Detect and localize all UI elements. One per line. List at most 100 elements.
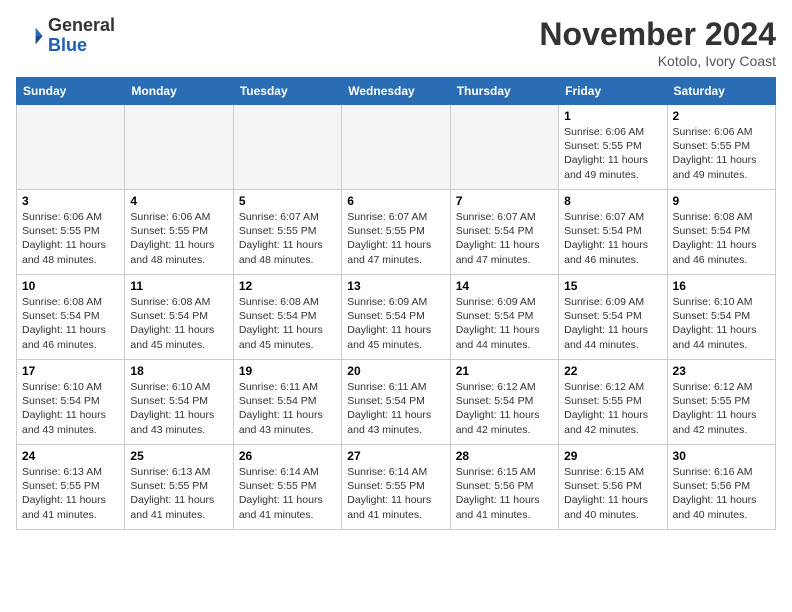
weekday-header-tuesday: Tuesday [233, 78, 341, 105]
calendar-cell: 30 Sunrise: 6:16 AM Sunset: 5:56 PM Dayli… [667, 445, 775, 530]
calendar-cell: 16 Sunrise: 6:10 AM Sunset: 5:54 PM Dayli… [667, 275, 775, 360]
calendar-cell: 21 Sunrise: 6:12 AM Sunset: 5:54 PM Dayli… [450, 360, 558, 445]
calendar-cell: 7 Sunrise: 6:07 AM Sunset: 5:54 PM Daylig… [450, 190, 558, 275]
calendar-cell [342, 105, 450, 190]
calendar-cell: 25Sunrise: 6:13 AM Sunset: 5:55 PM Dayli… [125, 445, 233, 530]
day-info: Sunrise: 6:12 AM Sunset: 5:54 PM Dayligh… [456, 380, 553, 437]
calendar-cell: 28 Sunrise: 6:15 AM Sunset: 5:56 PM Dayli… [450, 445, 558, 530]
calendar-cell: 26 Sunrise: 6:14 AM Sunset: 5:55 PM Dayli… [233, 445, 341, 530]
weekday-header-wednesday: Wednesday [342, 78, 450, 105]
calendar-cell: 1 Sunrise: 6:06 AM Sunset: 5:55 PM Daylig… [559, 105, 667, 190]
calendar-cell: 23 Sunrise: 6:12 AM Sunset: 5:55 PM Dayli… [667, 360, 775, 445]
day-info: Sunrise: 6:09 AM Sunset: 5:54 PM Dayligh… [564, 295, 661, 352]
day-info: Sunrise: 6:07 AM Sunset: 5:54 PM Dayligh… [456, 210, 553, 267]
weekday-header-monday: Monday [125, 78, 233, 105]
day-info: Sunrise: 6:07 AM Sunset: 5:55 PM Dayligh… [347, 210, 444, 267]
day-number: 29 [564, 449, 661, 463]
day-info: Sunrise: 6:06 AM Sunset: 5:55 PM Dayligh… [130, 210, 227, 267]
title-block: November 2024 Kotolo, Ivory Coast [539, 16, 776, 69]
calendar-cell: 14 Sunrise: 6:09 AM Sunset: 5:54 PM Dayli… [450, 275, 558, 360]
calendar-cell [17, 105, 125, 190]
calendar-cell: 12 Sunrise: 6:08 AM Sunset: 5:54 PM Dayli… [233, 275, 341, 360]
calendar-cell: 5 Sunrise: 6:07 AM Sunset: 5:55 PM Daylig… [233, 190, 341, 275]
day-number: 12 [239, 279, 336, 293]
day-number: 21 [456, 364, 553, 378]
day-info: Sunrise: 6:15 AM Sunset: 5:56 PM Dayligh… [564, 465, 661, 522]
day-number: 20 [347, 364, 444, 378]
day-number: 13 [347, 279, 444, 293]
week-row-2: 3 Sunrise: 6:06 AM Sunset: 5:55 PM Daylig… [17, 190, 776, 275]
weekday-header-row: SundayMondayTuesdayWednesdayThursdayFrid… [17, 78, 776, 105]
calendar-cell: 20 Sunrise: 6:11 AM Sunset: 5:54 PM Dayli… [342, 360, 450, 445]
day-number: 14 [456, 279, 553, 293]
weekday-header-thursday: Thursday [450, 78, 558, 105]
day-info: Sunrise: 6:06 AM Sunset: 5:55 PM Dayligh… [564, 125, 661, 182]
month-title: November 2024 [539, 16, 776, 53]
day-info: Sunrise: 6:06 AM Sunset: 5:55 PM Dayligh… [22, 210, 119, 267]
day-number: 16 [673, 279, 770, 293]
calendar-cell: 8Sunrise: 6:07 AM Sunset: 5:54 PM Daylig… [559, 190, 667, 275]
day-info: Sunrise: 6:11 AM Sunset: 5:54 PM Dayligh… [347, 380, 444, 437]
day-number: 2 [673, 109, 770, 123]
day-info: Sunrise: 6:13 AM Sunset: 5:55 PM Dayligh… [22, 465, 119, 522]
day-info: Sunrise: 6:06 AM Sunset: 5:55 PM Dayligh… [673, 125, 770, 182]
day-info: Sunrise: 6:14 AM Sunset: 5:55 PM Dayligh… [239, 465, 336, 522]
weekday-header-saturday: Saturday [667, 78, 775, 105]
day-number: 17 [22, 364, 119, 378]
day-info: Sunrise: 6:08 AM Sunset: 5:54 PM Dayligh… [22, 295, 119, 352]
day-info: Sunrise: 6:07 AM Sunset: 5:54 PM Dayligh… [564, 210, 661, 267]
calendar-cell: 10 Sunrise: 6:08 AM Sunset: 5:54 PM Dayli… [17, 275, 125, 360]
day-info: Sunrise: 6:08 AM Sunset: 5:54 PM Dayligh… [130, 295, 227, 352]
day-number: 1 [564, 109, 661, 123]
day-number: 15 [564, 279, 661, 293]
day-number: 22 [564, 364, 661, 378]
calendar-cell: 2 Sunrise: 6:06 AM Sunset: 5:55 PM Daylig… [667, 105, 775, 190]
week-row-1: 1 Sunrise: 6:06 AM Sunset: 5:55 PM Daylig… [17, 105, 776, 190]
day-info: Sunrise: 6:07 AM Sunset: 5:55 PM Dayligh… [239, 210, 336, 267]
week-row-5: 24 Sunrise: 6:13 AM Sunset: 5:55 PM Dayli… [17, 445, 776, 530]
week-row-3: 10 Sunrise: 6:08 AM Sunset: 5:54 PM Dayli… [17, 275, 776, 360]
day-info: Sunrise: 6:10 AM Sunset: 5:54 PM Dayligh… [673, 295, 770, 352]
day-number: 4 [130, 194, 227, 208]
day-number: 7 [456, 194, 553, 208]
page-header: General Blue November 2024 Kotolo, Ivory… [16, 16, 776, 69]
day-info: Sunrise: 6:16 AM Sunset: 5:56 PM Dayligh… [673, 465, 770, 522]
calendar-cell: 9 Sunrise: 6:08 AM Sunset: 5:54 PM Daylig… [667, 190, 775, 275]
day-number: 24 [22, 449, 119, 463]
calendar-cell: 3 Sunrise: 6:06 AM Sunset: 5:55 PM Daylig… [17, 190, 125, 275]
calendar-cell: 27Sunrise: 6:14 AM Sunset: 5:55 PM Dayli… [342, 445, 450, 530]
day-number: 23 [673, 364, 770, 378]
day-number: 6 [347, 194, 444, 208]
week-row-4: 17 Sunrise: 6:10 AM Sunset: 5:54 PM Dayli… [17, 360, 776, 445]
calendar-cell: 22 Sunrise: 6:12 AM Sunset: 5:55 PM Dayli… [559, 360, 667, 445]
weekday-header-friday: Friday [559, 78, 667, 105]
calendar-cell: 17Sunrise: 6:10 AM Sunset: 5:54 PM Dayli… [17, 360, 125, 445]
logo: General Blue [16, 16, 115, 56]
day-info: Sunrise: 6:09 AM Sunset: 5:54 PM Dayligh… [456, 295, 553, 352]
day-info: Sunrise: 6:09 AM Sunset: 5:54 PM Dayligh… [347, 295, 444, 352]
day-info: Sunrise: 6:08 AM Sunset: 5:54 PM Dayligh… [673, 210, 770, 267]
calendar-cell: 18Sunrise: 6:10 AM Sunset: 5:54 PM Dayli… [125, 360, 233, 445]
day-info: Sunrise: 6:12 AM Sunset: 5:55 PM Dayligh… [564, 380, 661, 437]
day-info: Sunrise: 6:08 AM Sunset: 5:54 PM Dayligh… [239, 295, 336, 352]
calendar-cell: 15 Sunrise: 6:09 AM Sunset: 5:54 PM Dayli… [559, 275, 667, 360]
day-number: 5 [239, 194, 336, 208]
day-number: 26 [239, 449, 336, 463]
calendar-cell: 6 Sunrise: 6:07 AM Sunset: 5:55 PM Daylig… [342, 190, 450, 275]
day-number: 10 [22, 279, 119, 293]
day-number: 9 [673, 194, 770, 208]
day-info: Sunrise: 6:12 AM Sunset: 5:55 PM Dayligh… [673, 380, 770, 437]
day-info: Sunrise: 6:15 AM Sunset: 5:56 PM Dayligh… [456, 465, 553, 522]
calendar-cell: 19Sunrise: 6:11 AM Sunset: 5:54 PM Dayli… [233, 360, 341, 445]
logo-icon [16, 22, 44, 50]
day-number: 30 [673, 449, 770, 463]
day-number: 11 [130, 279, 227, 293]
calendar-table: SundayMondayTuesdayWednesdayThursdayFrid… [16, 77, 776, 530]
day-info: Sunrise: 6:10 AM Sunset: 5:54 PM Dayligh… [130, 380, 227, 437]
calendar-cell: 24 Sunrise: 6:13 AM Sunset: 5:55 PM Dayli… [17, 445, 125, 530]
weekday-header-sunday: Sunday [17, 78, 125, 105]
day-number: 3 [22, 194, 119, 208]
calendar-cell: 29 Sunrise: 6:15 AM Sunset: 5:56 PM Dayli… [559, 445, 667, 530]
day-number: 28 [456, 449, 553, 463]
calendar-cell: 13 Sunrise: 6:09 AM Sunset: 5:54 PM Dayli… [342, 275, 450, 360]
